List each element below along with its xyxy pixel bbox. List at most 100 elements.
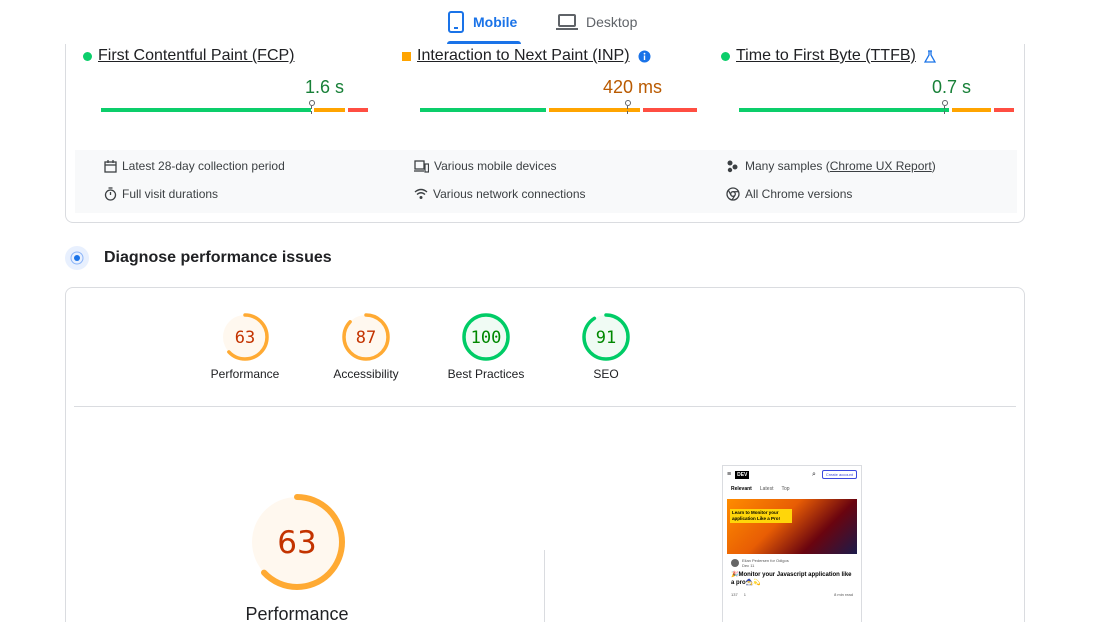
gauge-score: 87 xyxy=(356,328,376,348)
metric-0: First Contentful Paint (FCP) 1.6 s xyxy=(83,44,383,124)
phone-icon xyxy=(448,11,464,33)
device-tabs: Mobile Desktop xyxy=(0,0,1103,44)
diagnose-title: Diagnose performance issues xyxy=(104,249,332,266)
good-status-dot-icon xyxy=(721,51,730,61)
poor-segment xyxy=(348,108,368,112)
info-versions: All Chrome versions xyxy=(726,187,852,201)
thumb-header: ≡ DEV ⌕ Create account xyxy=(723,466,861,483)
gauge-ring: 87 xyxy=(342,313,390,361)
thumb-tab-top: Top xyxy=(781,486,790,492)
metric-name-link[interactable]: Time to First Byte (TTFB) xyxy=(736,47,916,65)
info-period-text: Latest 28-day collection period xyxy=(122,159,285,173)
info-samples: Many samples (Chrome UX Report) xyxy=(726,159,936,173)
gauge-ring: 91 xyxy=(582,313,630,361)
gauge-score: 63 xyxy=(277,525,316,561)
info-devices-text: Various mobile devices xyxy=(434,159,557,173)
tab-desktop[interactable]: Desktop xyxy=(556,0,648,44)
score-gauge-best-practices[interactable]: 100 Best Practices xyxy=(431,312,541,381)
thumb-footer: 137 1 8 min read xyxy=(723,590,861,599)
gauge-label: Accessibility xyxy=(333,367,399,381)
metric-name-link[interactable]: Interaction to Next Paint (INP) xyxy=(417,47,630,65)
thumb-avatar xyxy=(731,559,739,567)
devices-icon xyxy=(414,159,429,173)
wifi-icon xyxy=(414,188,428,199)
chrome-icon xyxy=(726,187,740,201)
field-data-info-panel: Latest 28-day collection period Various … xyxy=(75,150,1017,213)
people-icon xyxy=(727,160,738,173)
score-gauge-accessibility[interactable]: 87 Accessibility xyxy=(311,312,421,381)
score-gauge-seo[interactable]: 91 SEO xyxy=(551,312,661,381)
metric-2: Time to First Byte (TTFB) 0.7 s xyxy=(721,44,1021,124)
info-samples-suffix: ) xyxy=(931,159,936,173)
needs-improvement-square-icon xyxy=(402,51,411,61)
needs-improvement-segment xyxy=(314,108,345,112)
thumb-reactions: 137 xyxy=(731,592,738,597)
calendar-icon xyxy=(104,159,117,173)
info-network: Various network connections xyxy=(414,187,586,201)
tab-desktop-label: Desktop xyxy=(586,14,638,30)
performance-score-gauge: 63 xyxy=(249,494,345,590)
lab-data-card: 63 Performance 87 Accessibility 100 Best Prac… xyxy=(65,287,1025,622)
info-versions-text: All Chrome versions xyxy=(745,187,853,201)
info-icon[interactable] xyxy=(638,50,651,63)
metric-value: 0.7 s xyxy=(931,77,971,97)
info-durations: Full visit durations xyxy=(104,187,218,201)
tab-mobile[interactable]: Mobile xyxy=(447,0,521,44)
lab-data-icon xyxy=(65,246,89,270)
distribution-bar xyxy=(739,108,1014,112)
info-samples-prefix: Many samples ( xyxy=(745,159,830,173)
performance-gauge-label: Performance xyxy=(245,604,349,622)
thumb-tabs: Relevant Latest Top xyxy=(723,483,861,495)
gauge-label: SEO xyxy=(593,367,619,381)
divider xyxy=(74,406,1016,407)
distribution-bar xyxy=(420,108,697,112)
poor-segment xyxy=(643,108,697,112)
gauge-score: 63 xyxy=(235,328,255,348)
thumb-read-time: 8 min read xyxy=(834,592,853,597)
gauge-ring: 100 xyxy=(462,313,510,361)
gauge-label: Performance xyxy=(210,367,280,381)
tab-mobile-label: Mobile xyxy=(473,14,518,30)
thumb-banner-text: Learn to Monitor your application Like a… xyxy=(730,509,792,523)
gauge-label: Best Practices xyxy=(447,367,525,381)
p75-marker xyxy=(625,100,631,114)
metric-title: First Contentful Paint (FCP) xyxy=(83,47,295,65)
thumb-post-title: 🎉Monitor your Javascript application lik… xyxy=(731,572,852,586)
gauge-score: 100 xyxy=(471,328,502,348)
laptop-icon xyxy=(556,14,578,30)
distribution-bar xyxy=(101,108,368,112)
thumb-search-icon: ⌕ xyxy=(811,470,816,478)
p75-marker xyxy=(942,100,948,114)
gauge-ring: 63 xyxy=(221,313,269,361)
thumb-comments: 1 xyxy=(743,592,746,597)
thumb-date: Dec 11 xyxy=(742,563,755,568)
info-durations-text: Full visit durations xyxy=(122,187,219,201)
good-segment xyxy=(420,108,546,112)
info-network-text: Various network connections xyxy=(433,187,586,201)
good-segment xyxy=(101,108,311,112)
thumb-create-account: Create account xyxy=(821,470,857,479)
metric-value: 1.6 s xyxy=(304,77,344,97)
vertical-divider xyxy=(544,550,545,622)
thumb-meta: Elian Pedersen for Odigos Dec 11 xyxy=(723,554,861,568)
info-devices: Various mobile devices xyxy=(414,159,557,173)
page-screenshot-thumbnail: ≡ DEV ⌕ Create account Relevant Latest T… xyxy=(722,465,862,622)
thumb-tab-latest: Latest xyxy=(759,486,774,492)
thumb-menu-icon: ≡ xyxy=(727,471,732,478)
p75-marker xyxy=(309,100,315,114)
stopwatch-icon xyxy=(104,187,117,201)
metric-title: Interaction to Next Paint (INP) xyxy=(402,47,651,65)
good-status-dot-icon xyxy=(83,51,92,61)
poor-segment xyxy=(994,108,1014,112)
thumb-cover-image: Learn to Monitor your application Like a… xyxy=(727,499,857,554)
score-gauge-performance[interactable]: 63 Performance xyxy=(190,312,300,381)
chrome-ux-report-link[interactable]: Chrome UX Report xyxy=(830,159,932,173)
metric-name-link[interactable]: First Contentful Paint (FCP) xyxy=(98,47,295,65)
thumb-logo: DEV xyxy=(735,470,750,479)
info-period: Latest 28-day collection period xyxy=(104,159,285,173)
good-segment xyxy=(739,108,949,112)
metric-value: 420 ms xyxy=(602,77,662,97)
needs-improvement-segment xyxy=(952,108,991,112)
field-data-card: First Contentful Paint (FCP) 1.6 s Interac… xyxy=(65,44,1025,223)
thumb-tab-relevant: Relevant xyxy=(731,486,752,492)
